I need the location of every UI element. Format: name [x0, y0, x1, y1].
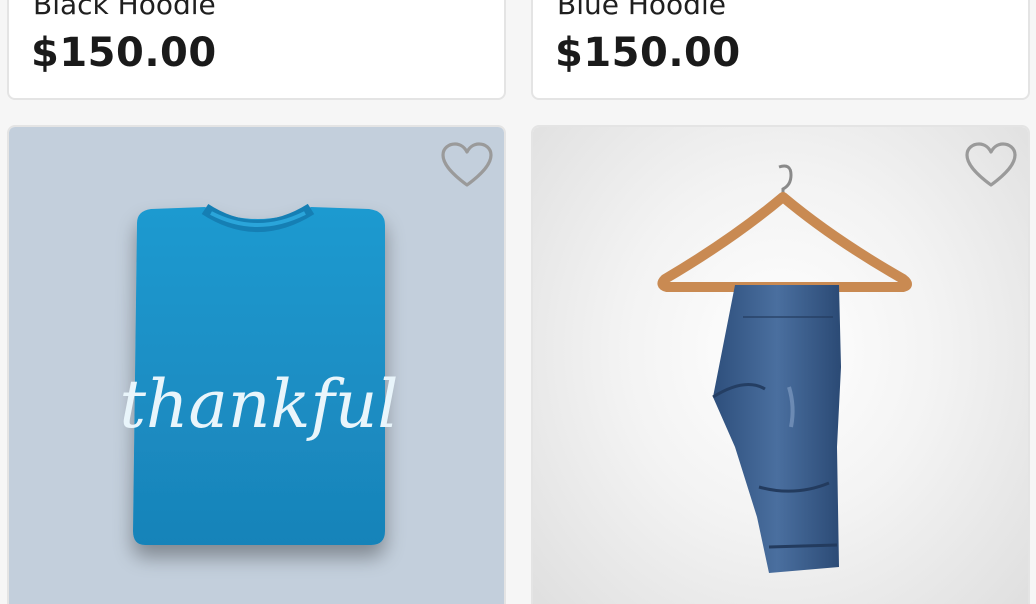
tshirt-print-text: thankful [120, 366, 399, 443]
product-card-black-hoodie[interactable]: Black Hoodie $150.00 [7, 0, 506, 100]
product-image[interactable] [533, 127, 1028, 604]
heart-outline-icon [965, 142, 1017, 187]
product-name: Black Hoodie [33, 0, 216, 21]
favorite-button[interactable] [440, 141, 494, 189]
product-price: $150.00 [555, 30, 741, 76]
product-card-blue-hoodie[interactable]: Blue Hoodie $150.00 [531, 0, 1030, 100]
product-card-tshirt[interactable]: thankful [7, 125, 506, 604]
heart-outline-icon [441, 142, 493, 187]
folded-tshirt-icon: thankful [120, 203, 399, 545]
jeans-on-hanger-icon [657, 164, 912, 573]
favorite-button[interactable] [964, 141, 1018, 189]
product-price: $150.00 [31, 30, 217, 76]
product-card-jeans[interactable] [531, 125, 1030, 604]
product-name: Blue Hoodie [557, 0, 726, 21]
product-image[interactable]: thankful [9, 127, 504, 604]
